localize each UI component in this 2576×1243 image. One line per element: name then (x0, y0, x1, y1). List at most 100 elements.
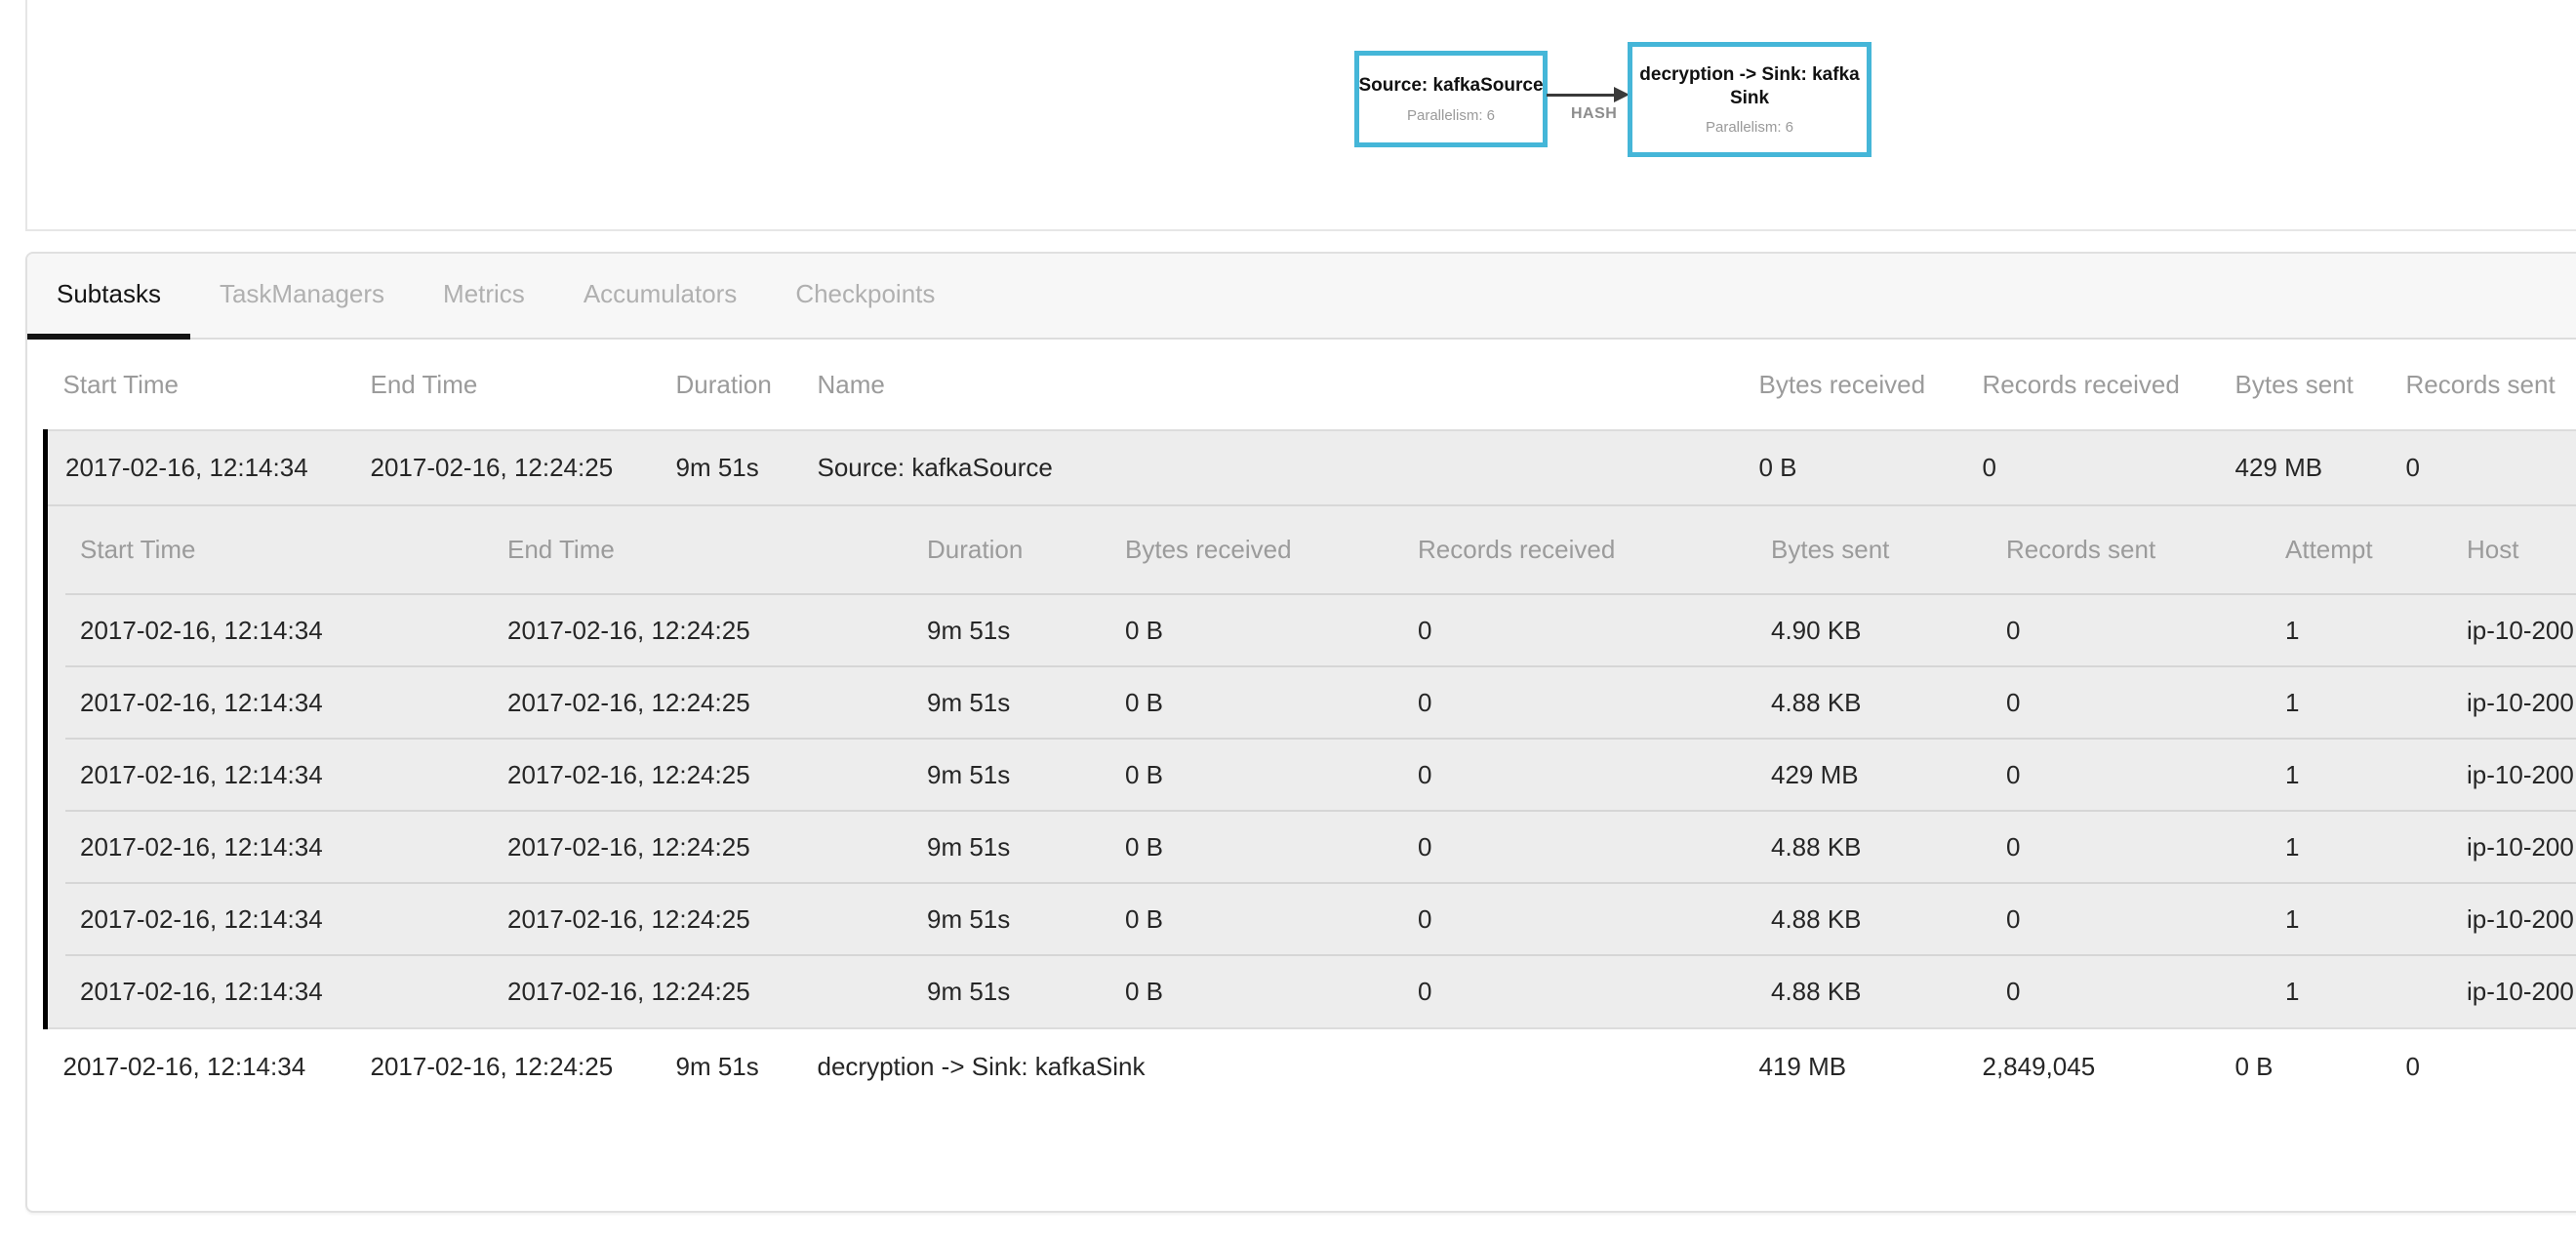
cell-end-time: 2017-02-16, 12:24:25 (493, 739, 912, 811)
cell-bytes-sent: 4.88 KB (1756, 666, 1992, 739)
cell-host: ip-10-200 (2452, 883, 2576, 955)
cell-bytes-sent: 4.88 KB (1756, 883, 1992, 955)
graph-node-source-title: Source: kafkaSource (1354, 74, 1547, 98)
cell-end-time: 2017-02-16, 12:24:25 (493, 883, 912, 955)
col-header-bytes-sent: Bytes sent (1756, 506, 1992, 594)
cell-host: ip-10-200 (2452, 955, 2576, 1027)
attempt-row: 2017-02-16, 12:14:34 2017-02-16, 12:24:2… (65, 594, 2576, 666)
cell-records-sent: 0 (1992, 739, 2271, 811)
col-header-host: Host (2452, 506, 2576, 594)
graph-edge-line (1547, 94, 1617, 97)
cell-bytes-received: 0 B (1110, 739, 1403, 811)
graph-node-sink[interactable]: decryption -> Sink: kafkaSink Parallelis… (1628, 42, 1872, 157)
tab-metrics[interactable]: Metrics (414, 254, 554, 340)
cell-start-time: 2017-02-16, 12:14:34 (46, 1028, 353, 1103)
cell-duration: 9m 51s (912, 666, 1110, 739)
cell-start-time: 2017-02-16, 12:14:34 (65, 739, 493, 811)
cell-attempt: 1 (2271, 594, 2452, 666)
cell-records-received: 0 (1965, 430, 2218, 505)
attempt-row: 2017-02-16, 12:14:34 2017-02-16, 12:24:2… (65, 666, 2576, 739)
cell-duration: 9m 51s (912, 811, 1110, 883)
cell-end-time: 2017-02-16, 12:24:25 (493, 955, 912, 1027)
cell-records-sent: 0 (1992, 955, 2271, 1027)
cell-bytes-received: 0 B (1110, 955, 1403, 1027)
col-header-end-time: End Time (353, 340, 659, 430)
graph-node-source[interactable]: Source: kafkaSource Parallelism: 6 (1354, 51, 1548, 147)
col-header-duration: Duration (912, 506, 1110, 594)
cell-end-time: 2017-02-16, 12:24:25 (353, 1028, 659, 1103)
cell-start-time: 2017-02-16, 12:14:34 (65, 594, 493, 666)
cell-records-received: 0 (1403, 666, 1756, 739)
cell-start-time: 2017-02-16, 12:14:34 (65, 811, 493, 883)
col-header-start-time: Start Time (65, 506, 493, 594)
cell-start-time: 2017-02-16, 12:14:34 (65, 955, 493, 1027)
cell-records-sent: 0 (2389, 1028, 2576, 1103)
cell-name: Source: kafkaSource (800, 430, 1742, 505)
cell-bytes-received: 0 B (1110, 594, 1403, 666)
cell-host: ip-10-200 (2452, 811, 2576, 883)
cell-bytes-sent: 4.90 KB (1756, 594, 1992, 666)
cell-duration: 9m 51s (912, 739, 1110, 811)
attempts-header-row: Start Time End Time Duration Bytes recei… (65, 506, 2576, 594)
tab-bar: Subtasks TaskManagers Metrics Accumulato… (27, 254, 2576, 340)
cell-bytes-received: 0 B (1110, 883, 1403, 955)
cell-bytes-sent: 429 MB (1756, 739, 1992, 811)
cell-bytes-received: 0 B (1110, 811, 1403, 883)
graph-edge-label: HASH (1567, 105, 1621, 123)
attempt-row: 2017-02-16, 12:14:34 2017-02-16, 12:24:2… (65, 739, 2576, 811)
cell-duration: 9m 51s (912, 594, 1110, 666)
cell-records-received: 0 (1403, 594, 1756, 666)
col-header-end-time: End Time (493, 506, 912, 594)
col-header-duration: Duration (659, 340, 800, 430)
col-header-name: Name (800, 340, 1742, 430)
cell-records-sent: 0 (1992, 811, 2271, 883)
cell-records-received: 0 (1403, 955, 1756, 1027)
cell-duration: 9m 51s (912, 883, 1110, 955)
cell-records-sent: 0 (1992, 594, 2271, 666)
cell-records-received: 0 (1403, 883, 1756, 955)
tab-taskmanagers[interactable]: TaskManagers (190, 254, 414, 340)
tab-checkpoints[interactable]: Checkpoints (766, 254, 964, 340)
cell-duration: 9m 51s (659, 1028, 800, 1103)
cell-records-sent: 0 (1992, 883, 2271, 955)
cell-bytes-received: 0 B (1110, 666, 1403, 739)
subtasks-table: Start Time End Time Duration Name Bytes … (43, 340, 2576, 1103)
cell-bytes-received: 419 MB (1742, 1028, 1965, 1103)
cell-records-sent: 0 (2389, 430, 2576, 505)
cell-records-sent: 0 (1992, 666, 2271, 739)
cell-duration: 9m 51s (912, 955, 1110, 1027)
cell-duration: 9m 51s (659, 430, 800, 505)
col-header-records-sent: Records sent (1992, 506, 2271, 594)
cell-records-received: 0 (1403, 811, 1756, 883)
tab-subtasks[interactable]: Subtasks (27, 254, 190, 340)
cell-end-time: 2017-02-16, 12:24:25 (493, 811, 912, 883)
cell-host: ip-10-200 (2452, 666, 2576, 739)
cell-attempt: 1 (2271, 739, 2452, 811)
cell-host: ip-10-200 (2452, 739, 2576, 811)
cell-bytes-received: 0 B (1742, 430, 1965, 505)
col-header-start-time: Start Time (46, 340, 353, 430)
cell-start-time: 2017-02-16, 12:14:34 (65, 883, 493, 955)
cell-records-received: 2,849,045 (1965, 1028, 2218, 1103)
cell-bytes-sent: 4.88 KB (1756, 811, 1992, 883)
subtask-detail-section: Start Time End Time Duration Bytes recei… (46, 505, 2576, 1028)
cell-bytes-sent: 0 B (2218, 1028, 2389, 1103)
col-header-bytes-sent: Bytes sent (2218, 340, 2389, 430)
cell-start-time: 2017-02-16, 12:14:34 (65, 666, 493, 739)
subtask-row-sink[interactable]: 2017-02-16, 12:14:34 2017-02-16, 12:24:2… (46, 1028, 2576, 1103)
cell-end-time: 2017-02-16, 12:24:25 (493, 666, 912, 739)
subtask-row-source[interactable]: 2017-02-16, 12:14:34 2017-02-16, 12:24:2… (46, 430, 2576, 505)
attempt-row: 2017-02-16, 12:14:34 2017-02-16, 12:24:2… (65, 811, 2576, 883)
tab-accumulators[interactable]: Accumulators (554, 254, 767, 340)
cell-bytes-sent: 4.88 KB (1756, 955, 1992, 1027)
cell-bytes-sent: 429 MB (2218, 430, 2389, 505)
col-header-attempt: Attempt (2271, 506, 2452, 594)
subtasks-header-row: Start Time End Time Duration Name Bytes … (46, 340, 2576, 430)
col-header-bytes-received: Bytes received (1742, 340, 1965, 430)
cell-name: decryption -> Sink: kafkaSink (800, 1028, 1742, 1103)
graph-node-sink-title: decryption -> Sink: kafkaSink (1632, 63, 1867, 110)
attempt-row: 2017-02-16, 12:14:34 2017-02-16, 12:24:2… (65, 955, 2576, 1027)
cell-host: ip-10-200 (2452, 594, 2576, 666)
cell-attempt: 1 (2271, 811, 2452, 883)
col-header-bytes-received: Bytes received (1110, 506, 1403, 594)
